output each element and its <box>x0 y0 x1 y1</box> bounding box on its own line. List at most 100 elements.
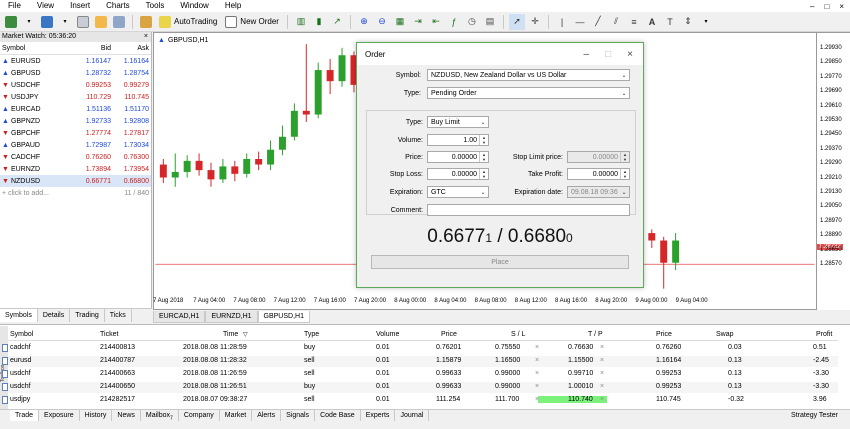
trendline-icon[interactable]: ╱ <box>590 14 606 30</box>
channel-icon[interactable]: ⫽ <box>608 14 624 30</box>
tab-code-base[interactable]: Code Base <box>315 410 361 421</box>
profiles-icon[interactable] <box>39 14 55 30</box>
restore-icon[interactable]: □ <box>824 2 829 11</box>
remove-tp-icon[interactable]: × <box>600 344 604 351</box>
dropdown-icon[interactable]: ▾ <box>57 14 73 30</box>
column-header[interactable]: Ticket <box>100 331 118 338</box>
stop-loss-stepper[interactable]: 0.00000 ▲ ▼ <box>427 168 489 180</box>
strategy-tester-tab[interactable]: Strategy Tester <box>786 410 850 421</box>
vertical-line-icon[interactable]: | <box>554 14 570 30</box>
spinner-icon[interactable]: ▲ ▼ <box>620 169 629 179</box>
stop-limit-stepper[interactable]: 0.00000 ▲ ▼ <box>567 151 630 163</box>
spinner-icon[interactable]: ▲ ▼ <box>620 152 629 162</box>
chart-shift-icon[interactable]: ⇤ <box>428 14 444 30</box>
column-header[interactable]: T / P <box>588 331 603 338</box>
tab-trade[interactable]: Trade <box>10 410 40 421</box>
trade-row[interactable]: usdchf 214400650 2018.08.08 11:26:51 buy 0.0… <box>2 382 838 393</box>
comment-input[interactable] <box>427 204 630 216</box>
close-icon[interactable]: × <box>839 2 844 11</box>
column-header[interactable]: Profit <box>816 331 832 338</box>
tab-ticks[interactable]: Ticks <box>105 309 132 322</box>
click-to-add-row[interactable]: + click to add... 11 / 840 <box>0 187 151 199</box>
autotrading-button[interactable]: AutoTrading <box>156 14 220 30</box>
tab-news[interactable]: News <box>112 410 141 421</box>
tab-journal[interactable]: Journal <box>395 410 430 421</box>
column-header[interactable]: Price <box>656 331 672 338</box>
tab-trading[interactable]: Trading <box>70 309 105 322</box>
column-header[interactable]: Volume <box>376 331 399 338</box>
zoom-in-icon[interactable]: ⊕ <box>356 14 372 30</box>
tile-windows-icon[interactable]: ▦ <box>392 14 408 30</box>
text-label-icon[interactable]: T <box>662 14 678 30</box>
market-watch-icon[interactable] <box>75 14 91 30</box>
text-icon[interactable]: A <box>644 14 660 30</box>
new-order-button[interactable]: New Order <box>222 14 282 30</box>
auto-scroll-icon[interactable]: ⇥ <box>410 14 426 30</box>
market-watch-row[interactable]: ▲ GBPUSD 1.28732 1.28754 <box>0 67 151 79</box>
tab-chart-gbpusd[interactable]: GBPUSD,H1 <box>257 311 310 323</box>
zoom-out-icon[interactable]: ⊖ <box>374 14 390 30</box>
candlestick-icon[interactable]: ▮ <box>311 14 327 30</box>
arrows-icon[interactable]: ⇕ <box>680 14 696 30</box>
pending-type-select[interactable]: Buy Limit ⌄ <box>427 116 489 128</box>
remove-sl-icon[interactable]: × <box>535 396 539 403</box>
minimize-icon[interactable]: – <box>810 2 814 11</box>
tab-details[interactable]: Details <box>38 309 71 322</box>
take-profit-stepper[interactable]: 0.00000 ▲ ▼ <box>567 168 630 180</box>
tab-mailbox[interactable]: Mailbox7 <box>141 410 179 421</box>
horizontal-line-icon[interactable]: — <box>572 14 588 30</box>
menu-insert[interactable]: Insert <box>62 0 98 12</box>
column-symbol[interactable]: Symbol <box>0 45 70 52</box>
column-header[interactable]: Type <box>304 331 319 338</box>
column-ask[interactable]: Ask <box>111 45 149 52</box>
menu-help[interactable]: Help <box>217 0 249 12</box>
place-button[interactable]: Place <box>371 255 629 269</box>
indicators-icon[interactable]: ƒ <box>446 14 462 30</box>
tab-company[interactable]: Company <box>179 410 220 421</box>
trade-row[interactable]: cadchf 214400813 2018.08.08 11:28:59 buy 0.0… <box>2 343 838 354</box>
market-watch-row[interactable]: ▲ EURCAD 1.51136 1.51170 <box>0 103 151 115</box>
tab-chart-eurcad[interactable]: EURCAD,H1 <box>153 311 206 323</box>
remove-tp-icon[interactable]: × <box>600 357 604 364</box>
periods-icon[interactable]: ◷ <box>464 14 480 30</box>
maximize-icon[interactable]: □ <box>605 49 611 60</box>
cursor-icon[interactable]: ➚ <box>508 13 525 30</box>
remove-sl-icon[interactable]: × <box>535 357 539 364</box>
tab-symbols[interactable]: Symbols <box>0 309 38 322</box>
remove-sl-icon[interactable]: × <box>535 383 539 390</box>
expiration-select[interactable]: GTC ⌄ <box>427 186 489 198</box>
price-stepper[interactable]: 0.00000 ▲ ▼ <box>427 151 489 163</box>
menu-window[interactable]: Window <box>172 0 216 12</box>
trade-row[interactable]: eurusd 214400787 2018.08.08 11:28:32 sell 0.… <box>2 356 838 367</box>
tab-chart-eurnzd[interactable]: EURNZD,H1 <box>205 311 258 323</box>
menu-tools[interactable]: Tools <box>138 0 173 12</box>
market-watch-row[interactable]: ▼ GBPCHF 1.27774 1.27817 <box>0 127 151 139</box>
column-header[interactable]: Symbol <box>10 331 33 338</box>
market-watch-row[interactable]: ▲ GBPNZD 1.92733 1.92808 <box>0 115 151 127</box>
spinner-icon[interactable]: ▲ ▼ <box>479 152 488 162</box>
menu-view[interactable]: View <box>29 0 62 12</box>
column-header[interactable]: Price <box>441 331 457 338</box>
column-header[interactable]: Time <box>223 331 238 338</box>
trade-row[interactable]: usdchf 214400663 2018.08.08 11:26:59 sell 0.… <box>2 369 838 380</box>
templates-icon[interactable]: ▤ <box>482 14 498 30</box>
trade-row[interactable]: usdjpy 214282517 2018.08.07 09:38:27 sell 0.… <box>2 395 838 406</box>
close-icon[interactable]: × <box>144 32 151 42</box>
navigator-icon[interactable] <box>93 14 109 30</box>
market-watch-row[interactable]: ▲ GBPAUD 1.72987 1.73034 <box>0 139 151 151</box>
market-watch-row[interactable]: ▼ USDJPY 110.729 110.745 <box>0 91 151 103</box>
market-watch-row[interactable]: ▼ CADCHF 0.76260 0.76300 <box>0 151 151 163</box>
tab-history[interactable]: History <box>80 410 113 421</box>
market-watch-row[interactable]: ▼ USDCHF 0.99253 0.99279 <box>0 79 151 91</box>
menu-file[interactable]: File <box>0 0 29 12</box>
column-bid[interactable]: Bid <box>70 45 111 52</box>
bar-chart-icon[interactable]: ▥ <box>293 14 309 30</box>
close-icon[interactable]: × <box>627 49 633 60</box>
remove-sl-icon[interactable]: × <box>535 370 539 377</box>
tab-market[interactable]: Market <box>220 410 253 421</box>
fibonacci-icon[interactable]: ≡ <box>626 14 642 30</box>
data-window-icon[interactable] <box>111 14 127 30</box>
metaeditor-icon[interactable] <box>138 14 154 30</box>
column-header[interactable]: Swap <box>716 331 734 338</box>
spinner-icon[interactable]: ▲ ▼ <box>479 169 488 179</box>
